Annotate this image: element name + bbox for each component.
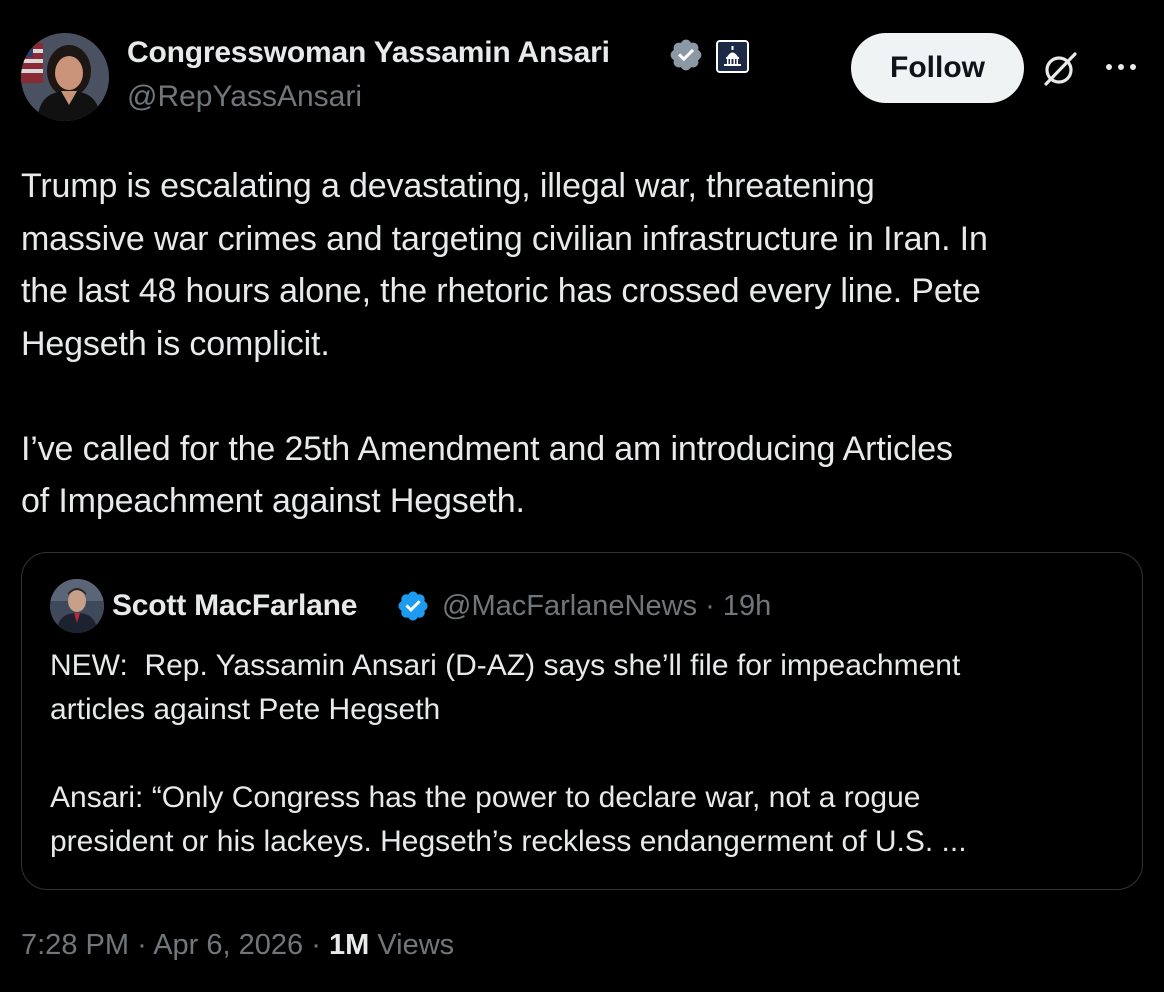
verified-badge-icon	[398, 591, 428, 621]
tweet-date[interactable]: Apr 6, 2026	[153, 929, 303, 961]
verified-badge-icon	[670, 39, 702, 71]
quoted-author-name[interactable]: Scott MacFarlane	[112, 589, 357, 623]
tweet-time[interactable]: 7:28 PM	[21, 929, 129, 961]
author-display-name[interactable]: Congresswoman Yassamin Ansari	[127, 36, 610, 70]
tweet-text: Trump is escalating a devastating, illeg…	[21, 167, 988, 520]
quoted-author-handle[interactable]: @MacFarlaneNews	[442, 590, 697, 622]
person-avatar-image	[50, 579, 104, 633]
views-count: 1M	[328, 929, 370, 961]
capitol-dome-icon	[716, 40, 749, 73]
footer-separator: ·	[137, 929, 147, 961]
quoted-tweet-time[interactable]: 19h	[723, 590, 771, 622]
footer-separator: ·	[311, 929, 321, 961]
person-avatar-image	[21, 33, 109, 121]
meta-separator: ·	[705, 590, 715, 622]
quoted-author-avatar[interactable]	[50, 579, 104, 633]
grok-icon[interactable]	[1041, 50, 1079, 88]
author-avatar[interactable]	[21, 33, 109, 121]
follow-button[interactable]: Follow	[851, 33, 1024, 103]
author-handle[interactable]: @RepYassAnsari	[127, 80, 362, 114]
more-options-icon[interactable]	[1101, 55, 1141, 79]
quoted-tweet-meta: @MacFarlaneNews · 19h	[442, 590, 771, 623]
quoted-tweet-card[interactable]: Scott MacFarlane @MacFarlaneNews · 19h N…	[21, 552, 1143, 890]
views-label: Views	[377, 929, 455, 961]
quoted-tweet-text: NEW: Rep. Yassamin Ansari (D-AZ) says sh…	[50, 649, 967, 858]
tweet-footer: 7:28 PM · Apr 6, 2026 · 1M Views	[21, 929, 454, 962]
